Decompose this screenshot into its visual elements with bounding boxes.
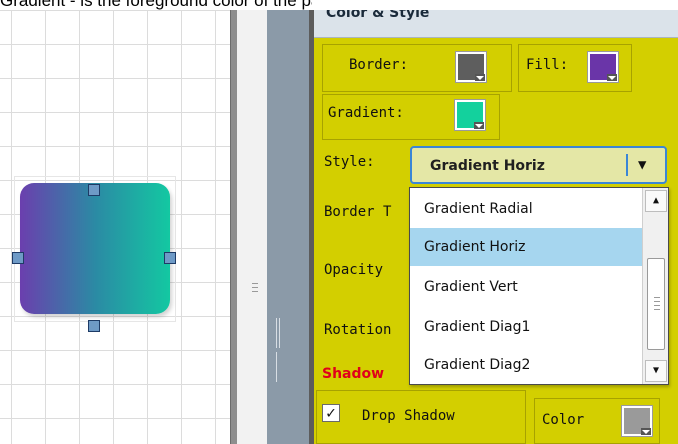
dropdown-scrollbar[interactable]: ▲ ▼ — [642, 188, 668, 384]
resize-handle-right[interactable] — [164, 252, 176, 264]
scroll-down-arrow-icon[interactable]: ▼ — [645, 360, 667, 382]
splitter-track — [237, 10, 267, 444]
gradient-label: Gradient: — [328, 105, 404, 121]
fill-color-swatch[interactable] — [588, 52, 618, 82]
panel-title-text: Color & Style — [326, 10, 430, 21]
style-label: Style: — [324, 154, 375, 170]
panel-grip-icon[interactable] — [276, 318, 284, 382]
border-label: Border: — [349, 57, 409, 73]
style-select-separator — [626, 154, 628, 176]
dropdown-option[interactable]: Gradient Diag1 — [410, 308, 642, 346]
fill-label: Fill: — [526, 57, 569, 73]
style-select-value: Gradient Horiz — [430, 158, 545, 174]
dropdown-option[interactable]: Gradient Diag2 — [410, 346, 642, 384]
dropdown-option[interactable]: Gradient Radial — [410, 190, 642, 228]
dropdown-option[interactable]: Gradient Vert — [410, 268, 642, 306]
border-color-swatch[interactable] — [456, 52, 486, 82]
gradient-color-swatch[interactable] — [455, 100, 485, 130]
shadow-color-swatch[interactable] — [622, 406, 652, 436]
rounded-rectangle-shape[interactable] — [20, 183, 170, 314]
resize-handle-bottom[interactable] — [88, 320, 100, 332]
shadow-section-label: Shadow — [322, 366, 385, 382]
panel-resize-bar[interactable] — [267, 10, 309, 444]
opacity-label: Opacity — [324, 262, 384, 278]
resize-handle-top[interactable] — [88, 184, 100, 196]
scroll-up-arrow-icon[interactable]: ▲ — [645, 190, 667, 212]
dropdown-option-selected[interactable]: Gradient Horiz — [410, 228, 642, 266]
panel-title: Color & Style — [314, 10, 678, 38]
border-thickness-label: Border T — [324, 204, 392, 220]
rotation-label: Rotation — [324, 322, 392, 338]
style-select[interactable]: Gradient Horiz ▼ — [410, 146, 667, 184]
splitter-bar[interactable] — [230, 10, 237, 444]
shadow-color-label: Color — [542, 412, 585, 428]
resize-handle-left[interactable] — [12, 252, 24, 264]
style-dropdown-list: Gradient Radial Gradient Horiz Gradient … — [409, 187, 669, 385]
drop-shadow-checkbox[interactable]: ✓ — [322, 404, 340, 422]
drop-shadow-label: Drop Shadow — [362, 408, 455, 424]
splitter-grip-icon[interactable] — [252, 283, 258, 303]
scroll-thumb[interactable] — [647, 258, 665, 350]
chevron-down-icon[interactable]: ▼ — [638, 157, 646, 173]
